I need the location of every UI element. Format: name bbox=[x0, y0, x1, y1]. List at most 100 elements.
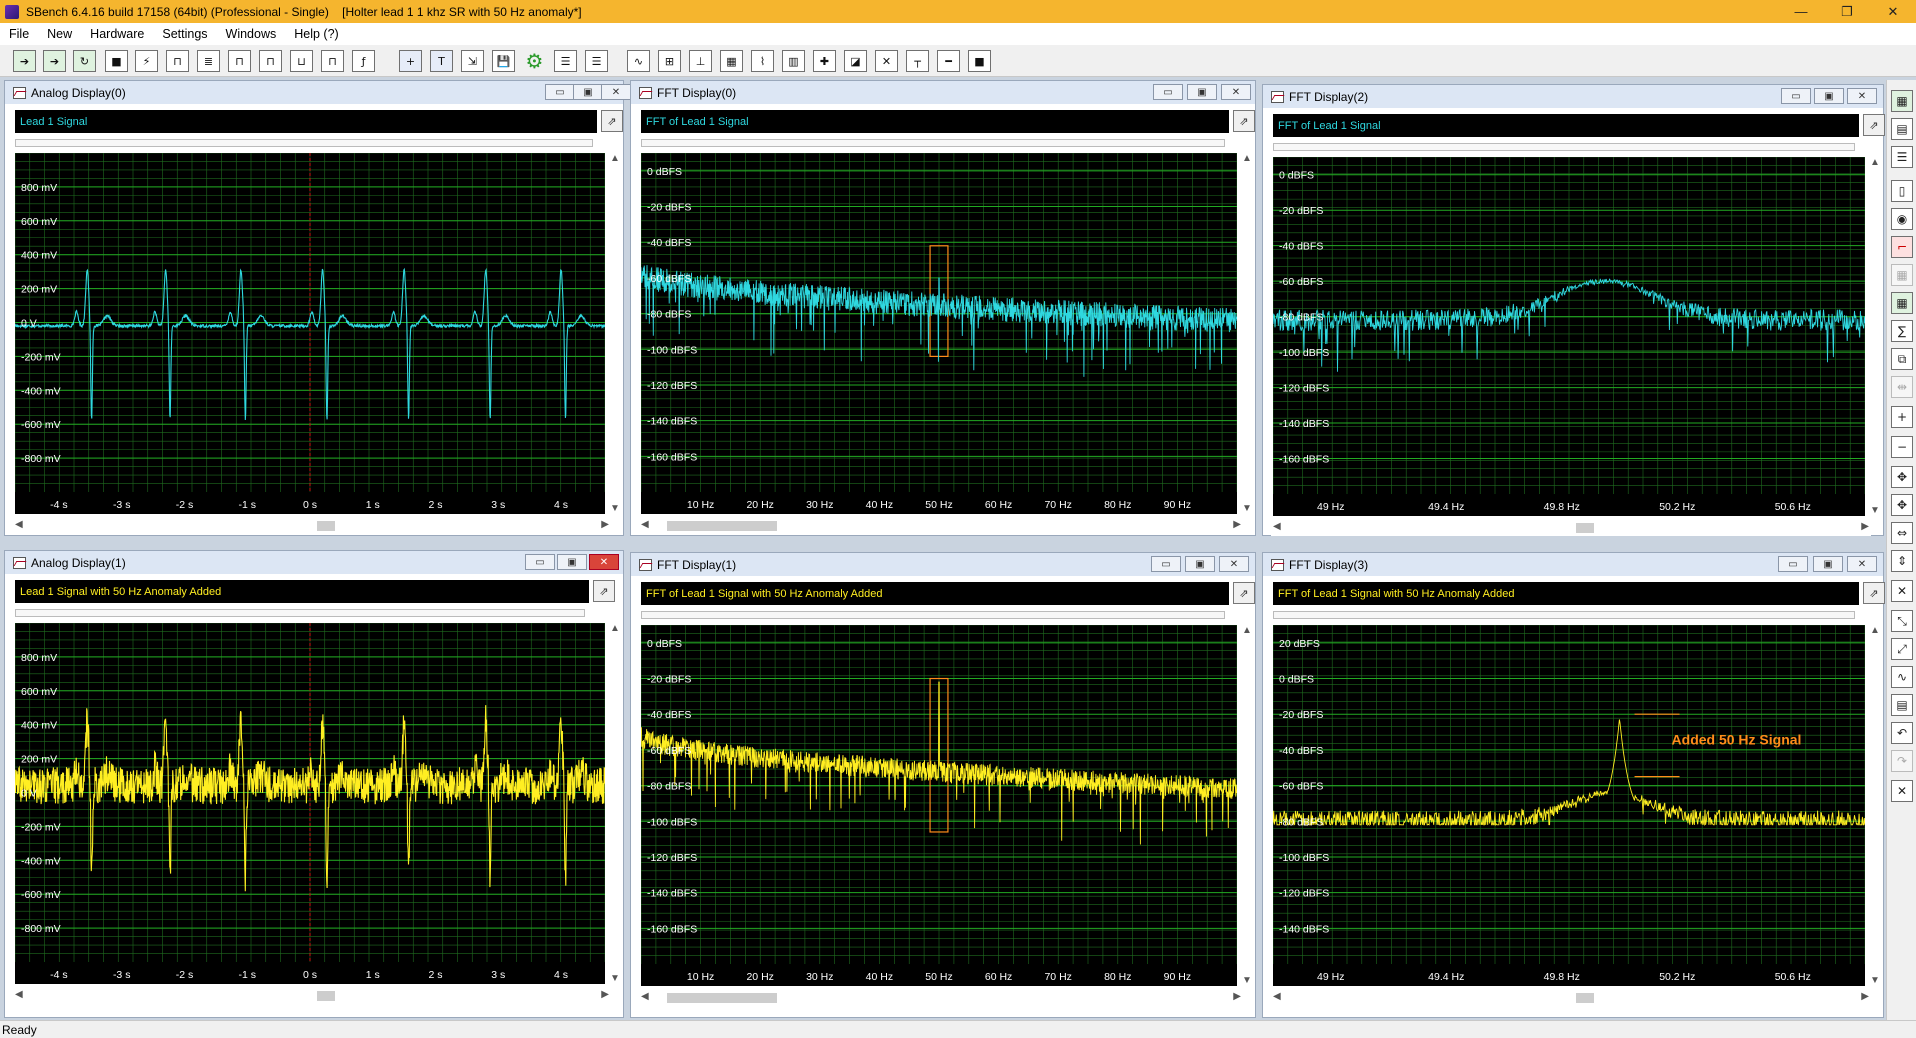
scroll-down-icon[interactable]: ▼ bbox=[1242, 975, 1252, 986]
fit-y-icon[interactable]: ⤢ bbox=[1891, 638, 1913, 660]
zoom-in-icon[interactable]: + bbox=[1891, 406, 1913, 428]
list-view-icon[interactable]: ☰ bbox=[585, 50, 608, 72]
signal-settings-icon[interactable]: ⇗ bbox=[1863, 582, 1885, 604]
display-title-bar[interactable]: FFT Display(2) ▭ ▣ ✕ bbox=[1263, 85, 1883, 108]
maximize-display-button[interactable]: ▣ bbox=[557, 554, 587, 570]
scroll-down-icon[interactable]: ▼ bbox=[1242, 503, 1252, 514]
scroll-thumb[interactable] bbox=[317, 521, 335, 531]
minimize-display-button[interactable]: ▭ bbox=[1778, 556, 1808, 572]
vertical-scrollbar[interactable]: ▲ ▼ bbox=[1867, 157, 1881, 516]
scroll-down-icon[interactable]: ▼ bbox=[1870, 505, 1880, 516]
maximize-display-button[interactable]: ▣ bbox=[1185, 556, 1215, 572]
signal-settings-icon[interactable]: ⇗ bbox=[1233, 110, 1255, 132]
menu-settings[interactable]: Settings bbox=[153, 27, 216, 41]
analog-filter-icon[interactable]: ⊔ bbox=[290, 50, 313, 72]
display-window-1[interactable]: FFT Display(0) ▭ ▣ ✕ FFT of Lead 1 Signal ⇗ 0 … bbox=[630, 80, 1256, 536]
horizontal-scrollbar[interactable]: ◀ ▶ bbox=[13, 988, 611, 1004]
camera-icon[interactable]: ◉ bbox=[1891, 208, 1913, 230]
scroll-left-icon[interactable]: ◀ bbox=[641, 519, 649, 530]
plot-area[interactable]: 0 dBFS -20 dBFS -40 dBFS -60 dBFS -80 dBFS -1… bbox=[640, 152, 1238, 514]
start-icon[interactable]: ➔ bbox=[13, 50, 36, 72]
histogram-display-icon[interactable]: ▥ bbox=[782, 50, 805, 72]
add-text-icon[interactable]: T bbox=[430, 50, 453, 72]
export-icon[interactable]: ⇲ bbox=[461, 50, 484, 72]
close-display-button[interactable]: ✕ bbox=[1847, 556, 1877, 572]
horizontal-scrollbar[interactable]: ◀ ▶ bbox=[639, 518, 1243, 534]
scroll-left-icon[interactable]: ◀ bbox=[1273, 991, 1281, 1002]
trigger-settings-icon[interactable]: ⊓ bbox=[166, 50, 189, 72]
scroll-up-icon[interactable]: ▲ bbox=[610, 623, 620, 634]
table-icon[interactable]: ▦ bbox=[1891, 264, 1913, 286]
scroll-down-icon[interactable]: ▼ bbox=[610, 503, 620, 514]
display-window-5[interactable]: FFT Display(3) ▭ ▣ ✕ FFT of Lead 1 Signal wi… bbox=[1262, 552, 1885, 1018]
channel-list-icon[interactable]: ☰ bbox=[1891, 146, 1913, 168]
display-window-0[interactable]: Analog Display(0) ▭ ▣ ✕ Lead 1 Signal ⇗ 800 mV… bbox=[4, 80, 631, 536]
vertical-scrollbar[interactable]: ▲ ▼ bbox=[1239, 625, 1253, 986]
display-title-bar[interactable]: Analog Display(0) ▭ ▣ ✕ bbox=[5, 81, 631, 104]
measure-icon[interactable]: ▤ bbox=[1891, 694, 1913, 716]
vertical-scrollbar[interactable]: ▲ ▼ bbox=[1239, 153, 1253, 514]
save-icon[interactable]: 💾 bbox=[492, 50, 515, 72]
step-icon[interactable]: ⌐ bbox=[1891, 236, 1913, 258]
close-display-button[interactable]: ✕ bbox=[1221, 84, 1251, 100]
new-display-icon[interactable]: + bbox=[399, 50, 422, 72]
plot-area[interactable]: 800 mV 600 mV 400 mV 200 mV 0 V -200 mV -400 m… bbox=[14, 622, 606, 984]
xy-display-icon[interactable]: ⊞ bbox=[658, 50, 681, 72]
display-title-bar[interactable]: FFT Display(3) ▭ ▣ ✕ bbox=[1263, 553, 1883, 576]
scroll-left-icon[interactable]: ◀ bbox=[1273, 521, 1281, 532]
maximize-display-button[interactable]: ▣ bbox=[1187, 84, 1217, 100]
close-all-icon[interactable]: ✕ bbox=[875, 50, 898, 72]
scroll-right-icon[interactable]: ▶ bbox=[1861, 991, 1869, 1002]
close-display-button[interactable]: ✕ bbox=[1847, 88, 1877, 104]
scroll-down-icon[interactable]: ▼ bbox=[610, 973, 620, 984]
color-grid-icon[interactable]: ▦ bbox=[1891, 292, 1913, 314]
redo-icon[interactable]: ↷ bbox=[1891, 750, 1913, 772]
book-icon[interactable]: ▯ bbox=[1891, 180, 1913, 202]
scroll-thumb[interactable] bbox=[1576, 993, 1594, 1003]
acquisition-mode-icon[interactable]: ⊓ bbox=[259, 50, 282, 72]
menu-hardware[interactable]: Hardware bbox=[81, 27, 153, 41]
scroll-up-icon[interactable]: ▲ bbox=[1870, 625, 1880, 636]
split-vertical-icon[interactable]: ┬ bbox=[906, 50, 929, 72]
vertical-scrollbar[interactable]: ▲ ▼ bbox=[607, 153, 621, 514]
signal-settings-icon[interactable]: ⇗ bbox=[1233, 582, 1255, 604]
plot-area[interactable]: 0 dBFS -20 dBFS -40 dBFS -60 dBFS -80 dBFS -1… bbox=[1272, 156, 1866, 516]
scroll-right-icon[interactable]: ▶ bbox=[601, 989, 609, 1000]
grid-display-icon[interactable]: ▦ bbox=[720, 50, 743, 72]
stop-icon[interactable]: ■ bbox=[105, 50, 128, 72]
maximize-display-button[interactable]: ▣ bbox=[573, 84, 603, 100]
zoom-all-icon[interactable]: ✥ bbox=[1891, 466, 1913, 488]
fit-x-icon[interactable]: ⤡ bbox=[1891, 610, 1913, 632]
vertical-scrollbar[interactable]: ▲ ▼ bbox=[607, 623, 621, 984]
clock-settings-icon[interactable]: ⊓ bbox=[228, 50, 251, 72]
plot-area[interactable]: 800 mV 600 mV 400 mV 200 mV 0 V -200 mV -400 m… bbox=[14, 152, 606, 514]
scroll-right-icon[interactable]: ▶ bbox=[1233, 519, 1241, 530]
multi-setup-icon[interactable]: ⊓ bbox=[321, 50, 344, 72]
menu-file[interactable]: File bbox=[0, 27, 38, 41]
arrange-icon[interactable]: ◪ bbox=[844, 50, 867, 72]
scroll-right-icon[interactable]: ▶ bbox=[601, 519, 609, 530]
minimize-display-button[interactable]: ▭ bbox=[525, 554, 555, 570]
close-display-button[interactable]: ✕ bbox=[601, 84, 631, 100]
restore-button[interactable]: ❐ bbox=[1824, 0, 1870, 23]
horizontal-scrollbar[interactable]: ◀ ▶ bbox=[639, 990, 1243, 1006]
display-window-2[interactable]: FFT Display(2) ▭ ▣ ✕ FFT of Lead 1 Signal ⇗ 0 … bbox=[1262, 84, 1885, 536]
scroll-thumb[interactable] bbox=[667, 993, 777, 1003]
sine-icon[interactable]: ∿ bbox=[1891, 666, 1913, 688]
vertical-scrollbar[interactable]: ▲ ▼ bbox=[1867, 625, 1881, 986]
split-horizontal-icon[interactable]: ━ bbox=[937, 50, 960, 72]
scroll-up-icon[interactable]: ▲ bbox=[1870, 157, 1880, 168]
scroll-up-icon[interactable]: ▲ bbox=[610, 153, 620, 164]
close-button[interactable]: ✕ bbox=[1870, 0, 1916, 23]
display-window-4[interactable]: FFT Display(1) ▭ ▣ ✕ FFT of Lead 1 Signal wi… bbox=[630, 552, 1256, 1018]
close-display-button[interactable]: ✕ bbox=[1219, 556, 1249, 572]
zoom-box-icon[interactable]: ✕ bbox=[1891, 580, 1913, 602]
minimize-display-button[interactable]: ▭ bbox=[545, 84, 575, 100]
calc-icon[interactable]: ∑ bbox=[1891, 320, 1913, 342]
fft-display-icon[interactable]: ⊥ bbox=[689, 50, 712, 72]
continuous-icon[interactable]: ↻ bbox=[73, 50, 96, 72]
undo-icon[interactable]: ↶ bbox=[1891, 722, 1913, 744]
clear-icon[interactable]: ✕ bbox=[1891, 780, 1913, 802]
full-window-icon[interactable]: ■ bbox=[968, 50, 991, 72]
horizontal-scrollbar[interactable]: ◀ ▶ bbox=[13, 518, 611, 534]
